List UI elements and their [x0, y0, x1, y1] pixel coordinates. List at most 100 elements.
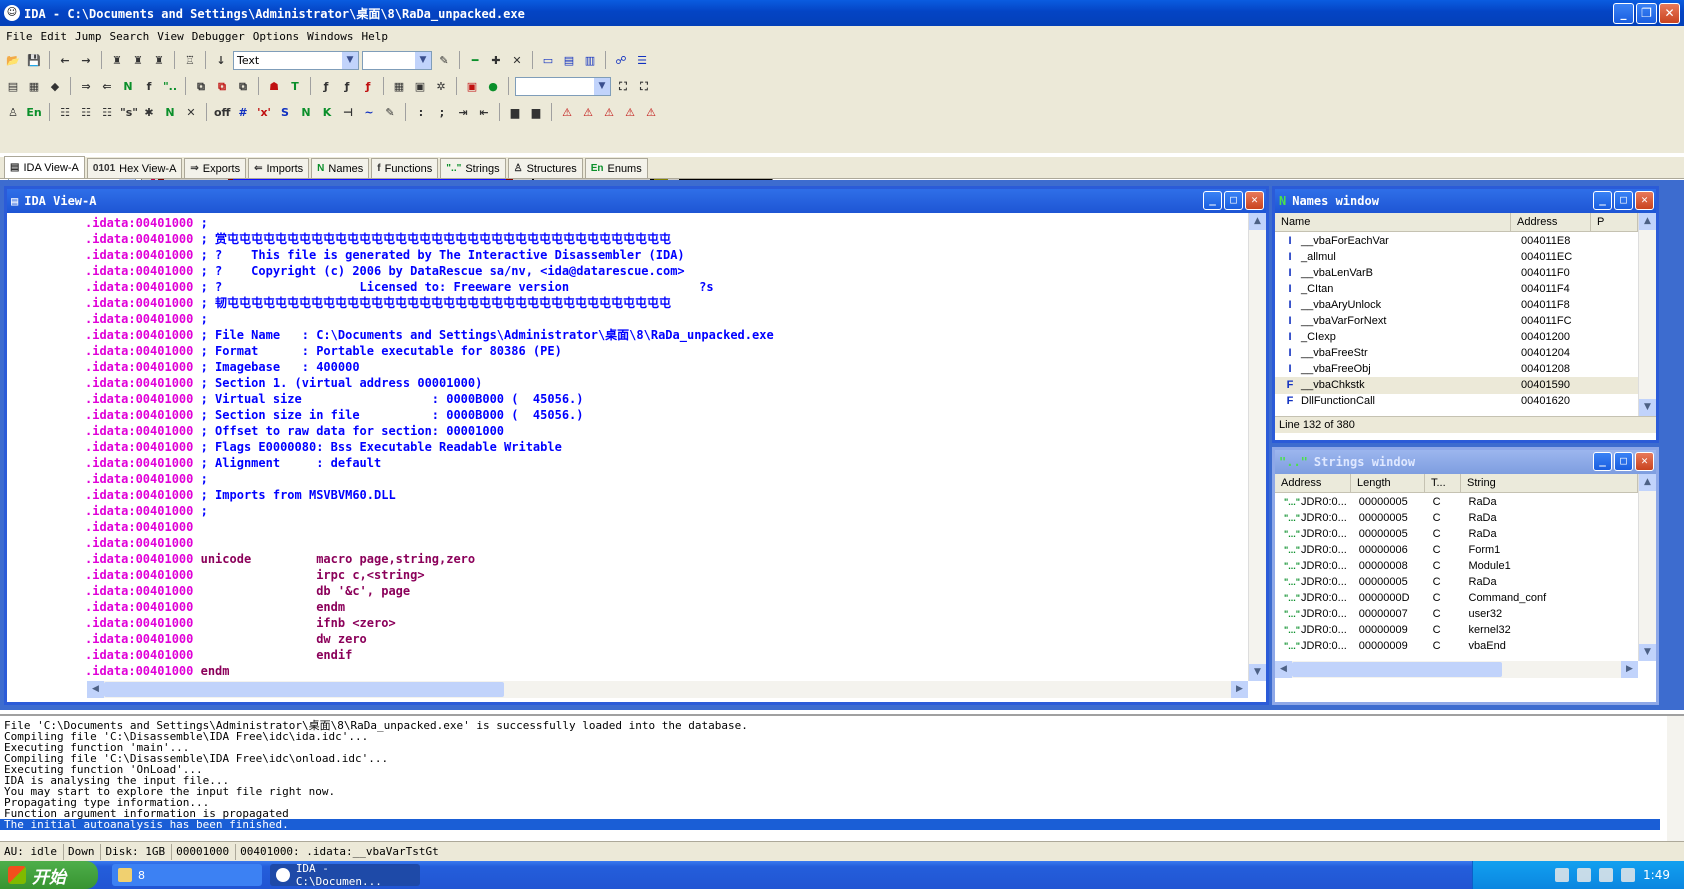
struct-offset-icon[interactable]: N: [297, 103, 315, 121]
output-window[interactable]: File 'C:\Documents and Settings\Administ…: [0, 714, 1684, 842]
strings-row[interactable]: "..." JDR0:0... 00000005 C RaDa: [1275, 510, 1638, 527]
disasm-line[interactable]: .idata:00401000 ; Section 1. (virtual ad…: [85, 375, 482, 391]
tab-imports[interactable]: ⇐ Imports: [248, 158, 310, 178]
names-col-address[interactable]: Address: [1511, 213, 1591, 231]
disasm-line[interactable]: .idata:00401000 db '&c', page: [85, 583, 410, 599]
disasm-line[interactable]: .idata:00401000 ; File Name : C:\Documen…: [85, 327, 774, 343]
strings-scroll-right-icon[interactable]: ▶: [1621, 661, 1638, 678]
view-functions-icon[interactable]: f: [140, 77, 158, 95]
view-segments-icon[interactable]: ⧉: [192, 77, 210, 95]
mode-select[interactable]: Text ▼: [233, 50, 359, 70]
strings-minimize-button[interactable]: _: [1593, 452, 1612, 471]
names-col-name[interactable]: Name: [1275, 213, 1511, 231]
bitwise-icon[interactable]: ~: [360, 103, 378, 121]
tab-structures[interactable]: ♙ Structures: [507, 158, 583, 178]
function-end-icon[interactable]: ƒ: [359, 77, 377, 95]
strings-col-address[interactable]: Address: [1275, 474, 1351, 492]
clock[interactable]: 1:49: [1643, 868, 1670, 882]
disasm-line[interactable]: .idata:00401000 ; Virtual size : 0000B00…: [85, 391, 584, 407]
back-arrow-icon[interactable]: ←: [56, 51, 74, 69]
names-row[interactable]: I __vbaForEachVar 004011E8: [1275, 233, 1638, 250]
disasm-line[interactable]: .idata:00401000 dw zero: [85, 631, 367, 647]
call-graph-icon[interactable]: ⚠: [579, 103, 597, 121]
jump-icon[interactable]: ↓: [212, 51, 230, 69]
names-row[interactable]: I __vbaVarForNext 004011FC: [1275, 313, 1638, 330]
function-icon[interactable]: ƒ: [317, 77, 335, 95]
disasm-line[interactable]: .idata:00401000 endm: [85, 663, 230, 679]
tab-ida-view-a[interactable]: ▤ IDA View-A: [4, 156, 85, 178]
chart-alt-icon[interactable]: ▆: [527, 103, 545, 121]
names-row[interactable]: I __vbaFreeStr 00401204: [1275, 345, 1638, 362]
list-icon[interactable]: ☰: [633, 51, 651, 69]
menu-view[interactable]: View: [155, 30, 190, 43]
search-select[interactable]: ▼: [362, 50, 432, 70]
save-icon[interactable]: 💾: [25, 51, 43, 69]
menu-file[interactable]: File: [4, 30, 39, 43]
string-type-icon[interactable]: "s": [119, 103, 138, 121]
disasm-line[interactable]: .idata:00401000 ; Offset to raw data for…: [85, 423, 504, 439]
posterior-icon[interactable]: ⇤: [475, 103, 493, 121]
tray-help-icon[interactable]: [1577, 868, 1592, 882]
view-exports-icon[interactable]: ⇒: [77, 77, 95, 95]
disasm-line[interactable]: .idata:00401000 endif: [85, 647, 352, 663]
scroll-down-icon[interactable]: ▼: [1249, 664, 1266, 681]
ida-view-vertical-scrollbar[interactable]: ▲ ▼: [1248, 213, 1266, 681]
disasm-line[interactable]: .idata:00401000 ;: [85, 215, 208, 231]
strings-col-length[interactable]: Length: [1351, 474, 1425, 492]
strings-scroll-left-icon[interactable]: ◀: [1275, 661, 1292, 678]
scroll-left-icon[interactable]: ◀: [87, 681, 104, 698]
names-row[interactable]: I _CIexp 00401200: [1275, 329, 1638, 346]
strings-row[interactable]: "..." JDR0:0... 00000009 Ckernel32: [1275, 622, 1638, 639]
xrefs-from-icon[interactable]: ⚠: [621, 103, 639, 121]
disasm-line[interactable]: .idata:00401000 ;: [85, 311, 208, 327]
offset-icon[interactable]: off: [213, 103, 231, 121]
graph-icon[interactable]: ☍: [612, 51, 630, 69]
names-row[interactable]: I __vbaAryUnlock 004011F8: [1275, 297, 1638, 314]
const-icon[interactable]: K: [318, 103, 336, 121]
minimize-button[interactable]: _: [1613, 3, 1634, 24]
disasm-line[interactable]: .idata:00401000 ; Imagebase : 400000: [85, 359, 360, 375]
view-disasm-icon[interactable]: ▤: [4, 77, 22, 95]
names-row[interactable]: I __vbaLenVarB 004011F0: [1275, 265, 1638, 282]
view-segregs-icon[interactable]: ⧉: [213, 77, 231, 95]
names-caption[interactable]: N Names window _ □ ✕: [1275, 189, 1656, 213]
disasm-line[interactable]: .idata:00401000 ; ? Licensed to: Freewar…: [85, 279, 714, 295]
enum-icon[interactable]: En: [25, 103, 43, 121]
names-close-button[interactable]: ✕: [1635, 191, 1654, 210]
strings-horizontal-scrollbar[interactable]: ◀ ▶: [1275, 661, 1638, 678]
strings-scroll-up-icon[interactable]: ▲: [1639, 474, 1656, 491]
run-icon[interactable]: ●: [484, 77, 502, 95]
window-layout-icon[interactable]: ▭: [539, 51, 557, 69]
name-icon[interactable]: N: [161, 103, 179, 121]
tab-hex-view-a[interactable]: 0101 Hex View-A: [86, 158, 183, 178]
menu-edit[interactable]: Edit: [39, 30, 74, 43]
tab-functions[interactable]: f Functions: [371, 158, 439, 178]
undefine-icon[interactable]: ✕: [182, 103, 200, 121]
breakpoint-icon[interactable]: ⛶: [614, 77, 632, 95]
names-minimize-button[interactable]: _: [1593, 191, 1612, 210]
user-graph-icon[interactable]: ⚠: [642, 103, 660, 121]
menu-help[interactable]: Help: [359, 30, 394, 43]
view-signatures-icon[interactable]: ☗: [265, 77, 283, 95]
ida-view-horizontal-scrollbar[interactable]: ◀ ▶: [87, 681, 1248, 698]
names-row[interactable]: F DllFunctionCall 00401620: [1275, 393, 1638, 410]
view-imports-icon[interactable]: ⇐: [98, 77, 116, 95]
forward-arrow-icon[interactable]: →: [77, 51, 95, 69]
disasm-line[interactable]: .idata:00401000: [85, 519, 193, 535]
strings-col-string[interactable]: String: [1461, 474, 1638, 492]
xrefs-to-icon[interactable]: ⚠: [600, 103, 618, 121]
function-edit-icon[interactable]: ƒ: [338, 77, 356, 95]
names-vertical-scrollbar[interactable]: ▲ ▼: [1638, 213, 1656, 416]
ascii-icon[interactable]: ☷: [98, 103, 116, 121]
strings-row[interactable]: "..." JDR0:0... 00000005 C RaDa: [1275, 526, 1638, 543]
negate-icon[interactable]: ⊣: [339, 103, 357, 121]
pen-icon[interactable]: ✎: [435, 51, 453, 69]
menu-jump[interactable]: Jump: [73, 30, 108, 43]
menu-debugger[interactable]: Debugger: [190, 30, 251, 43]
array-icon[interactable]: ✱: [140, 103, 158, 121]
delete-icon[interactable]: ✕: [508, 51, 526, 69]
calculator-icon[interactable]: ▦: [390, 77, 408, 95]
expand-icon[interactable]: ✚: [487, 51, 505, 69]
taskbar-folder-8[interactable]: 8: [112, 864, 262, 886]
strings-row[interactable]: "..." JDR0:0... 00000007 Cuser32: [1275, 606, 1638, 623]
